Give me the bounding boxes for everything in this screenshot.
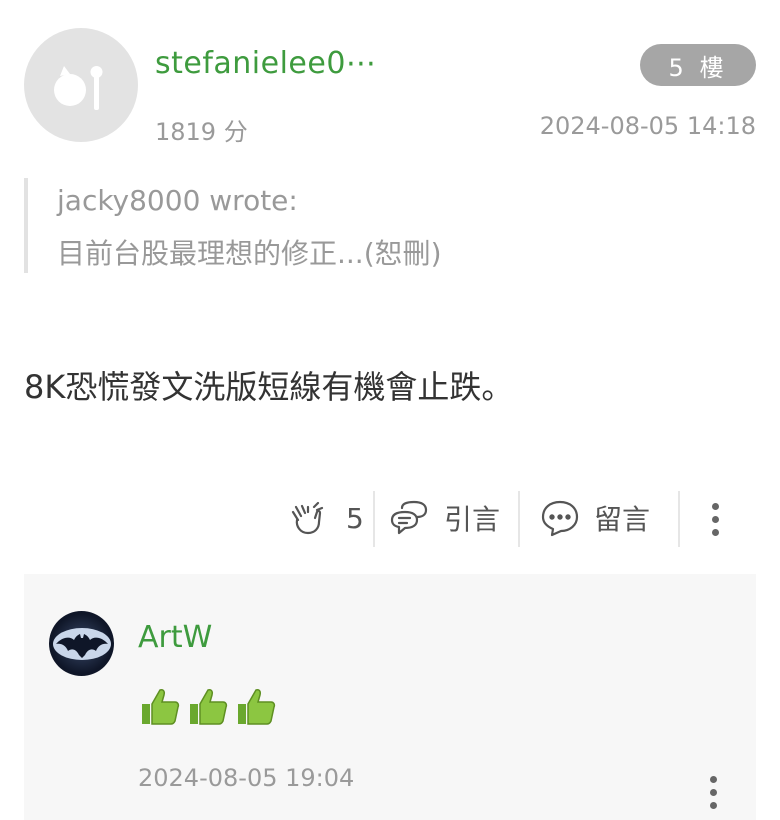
divider xyxy=(678,491,680,547)
comment-timestamp: 2024-08-05 19:04 xyxy=(138,764,355,792)
user-points: 1819 分 xyxy=(155,118,248,146)
commenter-username[interactable]: ArtW xyxy=(138,620,212,655)
thumbs-up-icon xyxy=(138,684,182,728)
comment-label: 留言 xyxy=(594,503,651,536)
default-avatar-icon xyxy=(54,66,103,110)
clap-icon xyxy=(291,501,324,535)
commenter-avatar[interactable] xyxy=(49,611,114,676)
post-timestamp: 2024-08-05 14:18 xyxy=(539,112,756,140)
like-count: 5 xyxy=(346,501,364,535)
comment-button[interactable]: 留言 xyxy=(540,496,650,540)
quote-text: 目前台股最理想的修正...(恕刪) xyxy=(57,237,442,270)
user-avatar[interactable] xyxy=(24,28,138,142)
comment-more-options-icon[interactable] xyxy=(710,776,717,809)
divider xyxy=(373,491,375,547)
thumbs-up-icon xyxy=(234,684,278,728)
quote-button[interactable]: 引言 xyxy=(388,496,500,540)
like-button[interactable]: 5 xyxy=(288,496,364,540)
quote-label: 引言 xyxy=(444,503,501,536)
floor-badge: 5 樓 xyxy=(640,44,756,86)
comment-icon xyxy=(541,500,579,537)
bat-logo-icon xyxy=(52,627,111,660)
comment-card xyxy=(24,574,756,820)
post-body: 8K恐慌發文洗版短線有機會止跌。 xyxy=(24,368,514,406)
post-username[interactable]: stefanielee0⋯ xyxy=(155,46,376,81)
thumbs-up-emojis xyxy=(138,684,278,728)
thumbs-up-icon xyxy=(186,684,230,728)
more-options-icon[interactable] xyxy=(712,503,719,536)
divider xyxy=(518,491,520,547)
quote-author: jacky8000 wrote: xyxy=(57,184,298,217)
quote-icon xyxy=(390,500,428,535)
quote-bar xyxy=(24,178,28,273)
